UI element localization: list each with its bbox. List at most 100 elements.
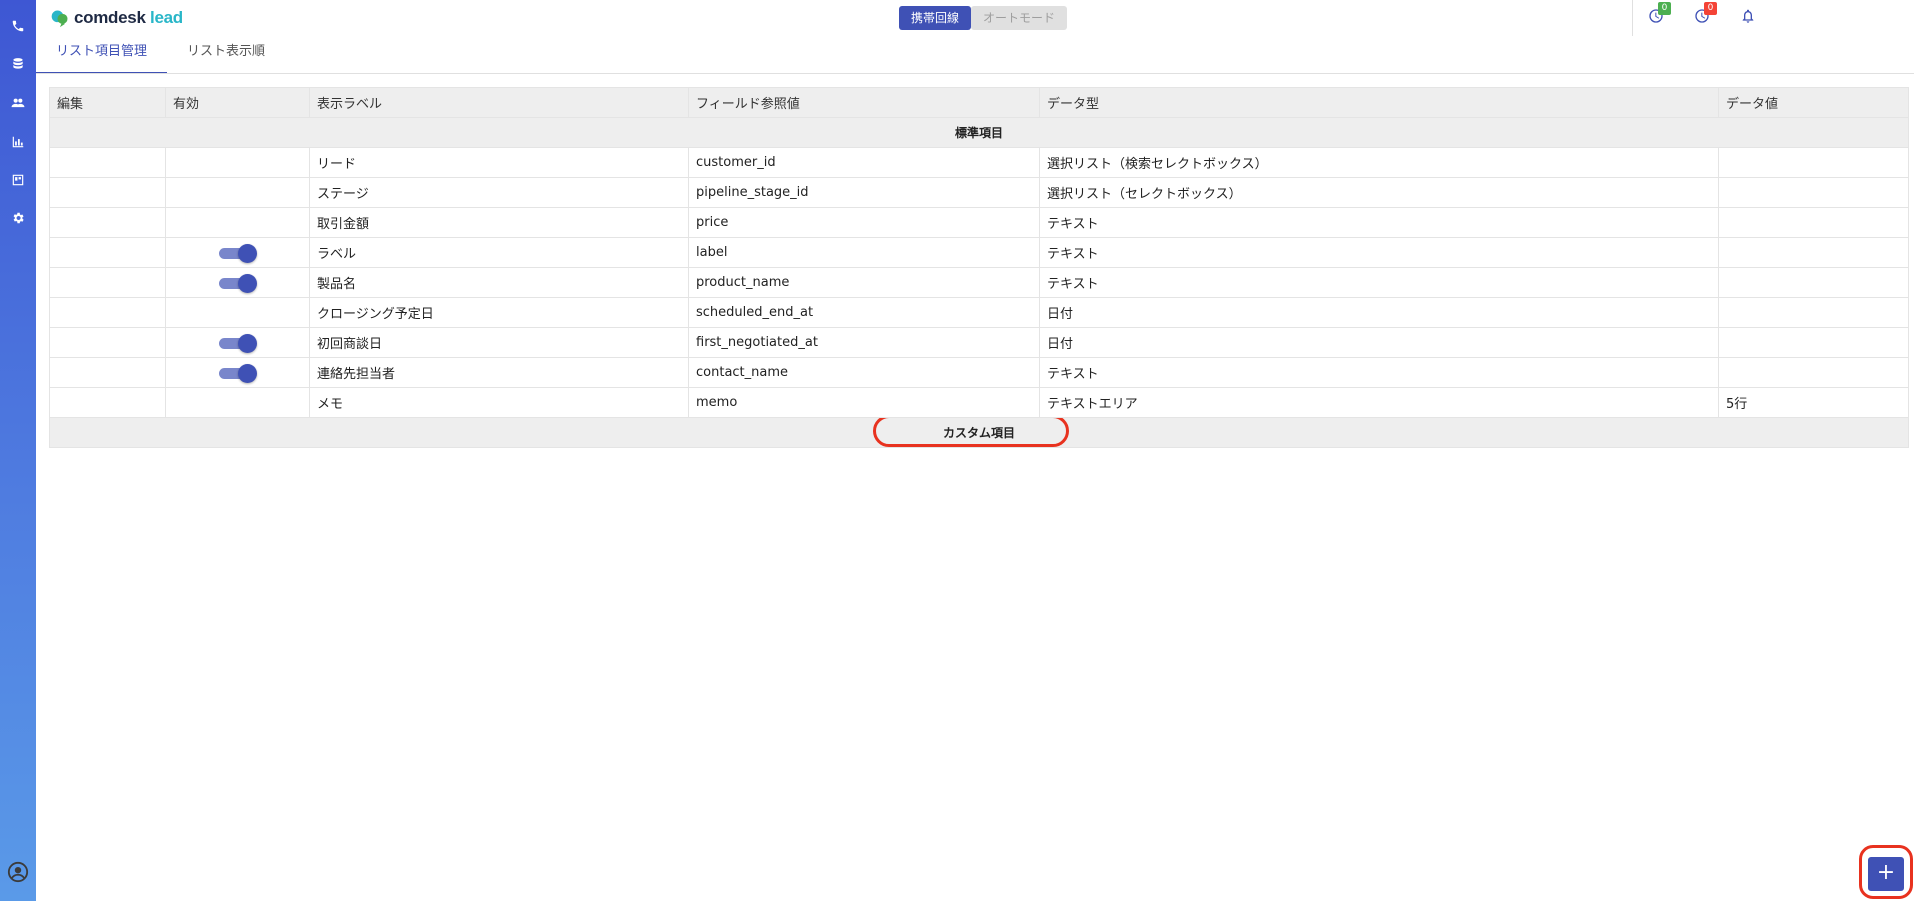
cell-enabled (165, 237, 310, 268)
cell-edit[interactable] (49, 147, 166, 178)
user-circle-icon[interactable] (7, 861, 29, 883)
cell-data-value (1718, 207, 1909, 238)
cell-field-ref: first_negotiated_at (688, 327, 1040, 358)
tab-bar: リスト項目管理 リスト表示順 (36, 38, 285, 74)
badge-count: 0 (1658, 2, 1671, 15)
cell-display-label: ラベル (309, 237, 689, 268)
badge-count: 0 (1704, 2, 1717, 15)
toggle-thumb (237, 363, 257, 383)
toggle-thumb (237, 273, 257, 293)
cell-edit[interactable] (49, 267, 166, 298)
table-row: メモ memo テキストエリア 5行 (49, 387, 1909, 418)
database-icon[interactable] (10, 56, 26, 72)
cell-display-label: 製品名 (309, 267, 689, 298)
logo-text: comdesk lead (74, 8, 183, 27)
column-header-display-label: 表示ラベル (309, 87, 689, 118)
table-header-row: 編集 有効 表示ラベル フィールド参照値 データ型 データ値 (49, 87, 1909, 118)
clock-icon[interactable]: 0 (1648, 2, 1671, 26)
cell-data-type: テキスト (1039, 237, 1719, 268)
cell-display-label: 取引金額 (309, 207, 689, 238)
cell-data-value (1718, 147, 1909, 178)
enabled-toggle[interactable] (218, 363, 257, 383)
cell-data-type: 日付 (1039, 327, 1719, 358)
column-header-data-type: データ型 (1039, 87, 1719, 118)
cell-edit[interactable] (49, 357, 166, 388)
toggle-thumb (237, 333, 257, 353)
cell-enabled (165, 297, 310, 328)
section-title-standard: 標準項目 (49, 117, 1909, 148)
cell-edit[interactable] (49, 177, 166, 208)
cell-edit[interactable] (49, 207, 166, 238)
column-header-enabled: 有効 (165, 87, 310, 118)
cell-data-value (1718, 297, 1909, 328)
section-row-standard: 標準項目 (49, 117, 1909, 148)
sidebar (0, 0, 36, 901)
bell-icon[interactable] (1740, 8, 1758, 26)
tab-list-display-order[interactable]: リスト表示順 (167, 38, 285, 72)
cell-enabled (165, 267, 310, 298)
cell-data-type: テキスト (1039, 207, 1719, 238)
cell-enabled (165, 327, 310, 358)
cell-data-type: テキストエリア (1039, 387, 1719, 418)
cell-field-ref: label (688, 237, 1040, 268)
cell-display-label: ステージ (309, 177, 689, 208)
column-header-edit: 編集 (49, 87, 166, 118)
table-row: リード customer_id 選択リスト（検索セレクトボックス） (49, 147, 1909, 178)
mobile-line-button[interactable]: 携帯回線 (899, 6, 972, 30)
cell-data-type: 選択リスト（検索セレクトボックス） (1039, 147, 1719, 178)
cell-data-type: テキスト (1039, 357, 1719, 388)
phone-icon[interactable] (10, 18, 26, 34)
cell-data-value (1718, 267, 1909, 298)
cell-field-ref: product_name (688, 267, 1040, 298)
column-header-field-ref: フィールド参照値 (688, 87, 1040, 118)
gear-icon[interactable] (10, 210, 26, 226)
cell-edit[interactable] (49, 237, 166, 268)
table-row: ステージ pipeline_stage_id 選択リスト（セレクトボックス） (49, 177, 1909, 208)
tabs-underline (36, 73, 1914, 74)
table-row: ラベル label テキスト (49, 237, 1909, 268)
enabled-toggle[interactable] (218, 273, 257, 293)
table-row: 連絡先担当者 contact_name テキスト (49, 357, 1909, 388)
add-item-button[interactable]: + (1868, 857, 1904, 891)
cell-enabled (165, 177, 310, 208)
header-divider (1632, 0, 1633, 36)
enabled-toggle[interactable] (218, 333, 257, 353)
cell-data-value (1718, 177, 1909, 208)
board-icon[interactable] (10, 172, 26, 188)
users-icon[interactable] (10, 95, 26, 111)
custom-section-label-wrap: カスタム項目 (872, 418, 1069, 447)
cell-display-label: 連絡先担当者 (309, 357, 689, 388)
cell-enabled (165, 387, 310, 418)
enabled-toggle[interactable] (218, 243, 257, 263)
cell-edit[interactable] (49, 297, 166, 328)
logo-mark-icon (51, 10, 68, 28)
highlight-ellipse (872, 418, 1069, 447)
cell-data-value (1718, 357, 1909, 388)
table-row: クロージング予定日 scheduled_end_at 日付 (49, 297, 1909, 328)
toggle-thumb (237, 243, 257, 263)
cell-field-ref: contact_name (688, 357, 1040, 388)
cell-field-ref: scheduled_end_at (688, 297, 1040, 328)
cell-enabled (165, 207, 310, 238)
cell-data-type: 選択リスト（セレクトボックス） (1039, 177, 1719, 208)
cell-data-value: 5行 (1718, 387, 1909, 418)
cell-field-ref: customer_id (688, 147, 1040, 178)
tab-list-item-management[interactable]: リスト項目管理 (36, 38, 168, 74)
cell-field-ref: price (688, 207, 1040, 238)
cell-edit[interactable] (49, 327, 166, 358)
cell-data-value (1718, 237, 1909, 268)
table-row: 取引金額 price テキスト (49, 207, 1909, 238)
cell-display-label: クロージング予定日 (309, 297, 689, 328)
cell-edit[interactable] (49, 387, 166, 418)
cell-display-label: メモ (309, 387, 689, 418)
cell-enabled (165, 147, 310, 178)
section-row-custom: カスタム項目 (49, 417, 1909, 448)
clock-icon[interactable]: 0 (1694, 2, 1717, 26)
section-cell-custom: カスタム項目 (49, 417, 1909, 448)
cell-enabled (165, 357, 310, 388)
app-logo: comdesk lead (50, 6, 183, 30)
cell-field-ref: memo (688, 387, 1040, 418)
auto-mode-button[interactable]: オートモード (971, 6, 1068, 30)
cell-display-label: 初回商談日 (309, 327, 689, 358)
chart-icon[interactable] (10, 134, 26, 150)
